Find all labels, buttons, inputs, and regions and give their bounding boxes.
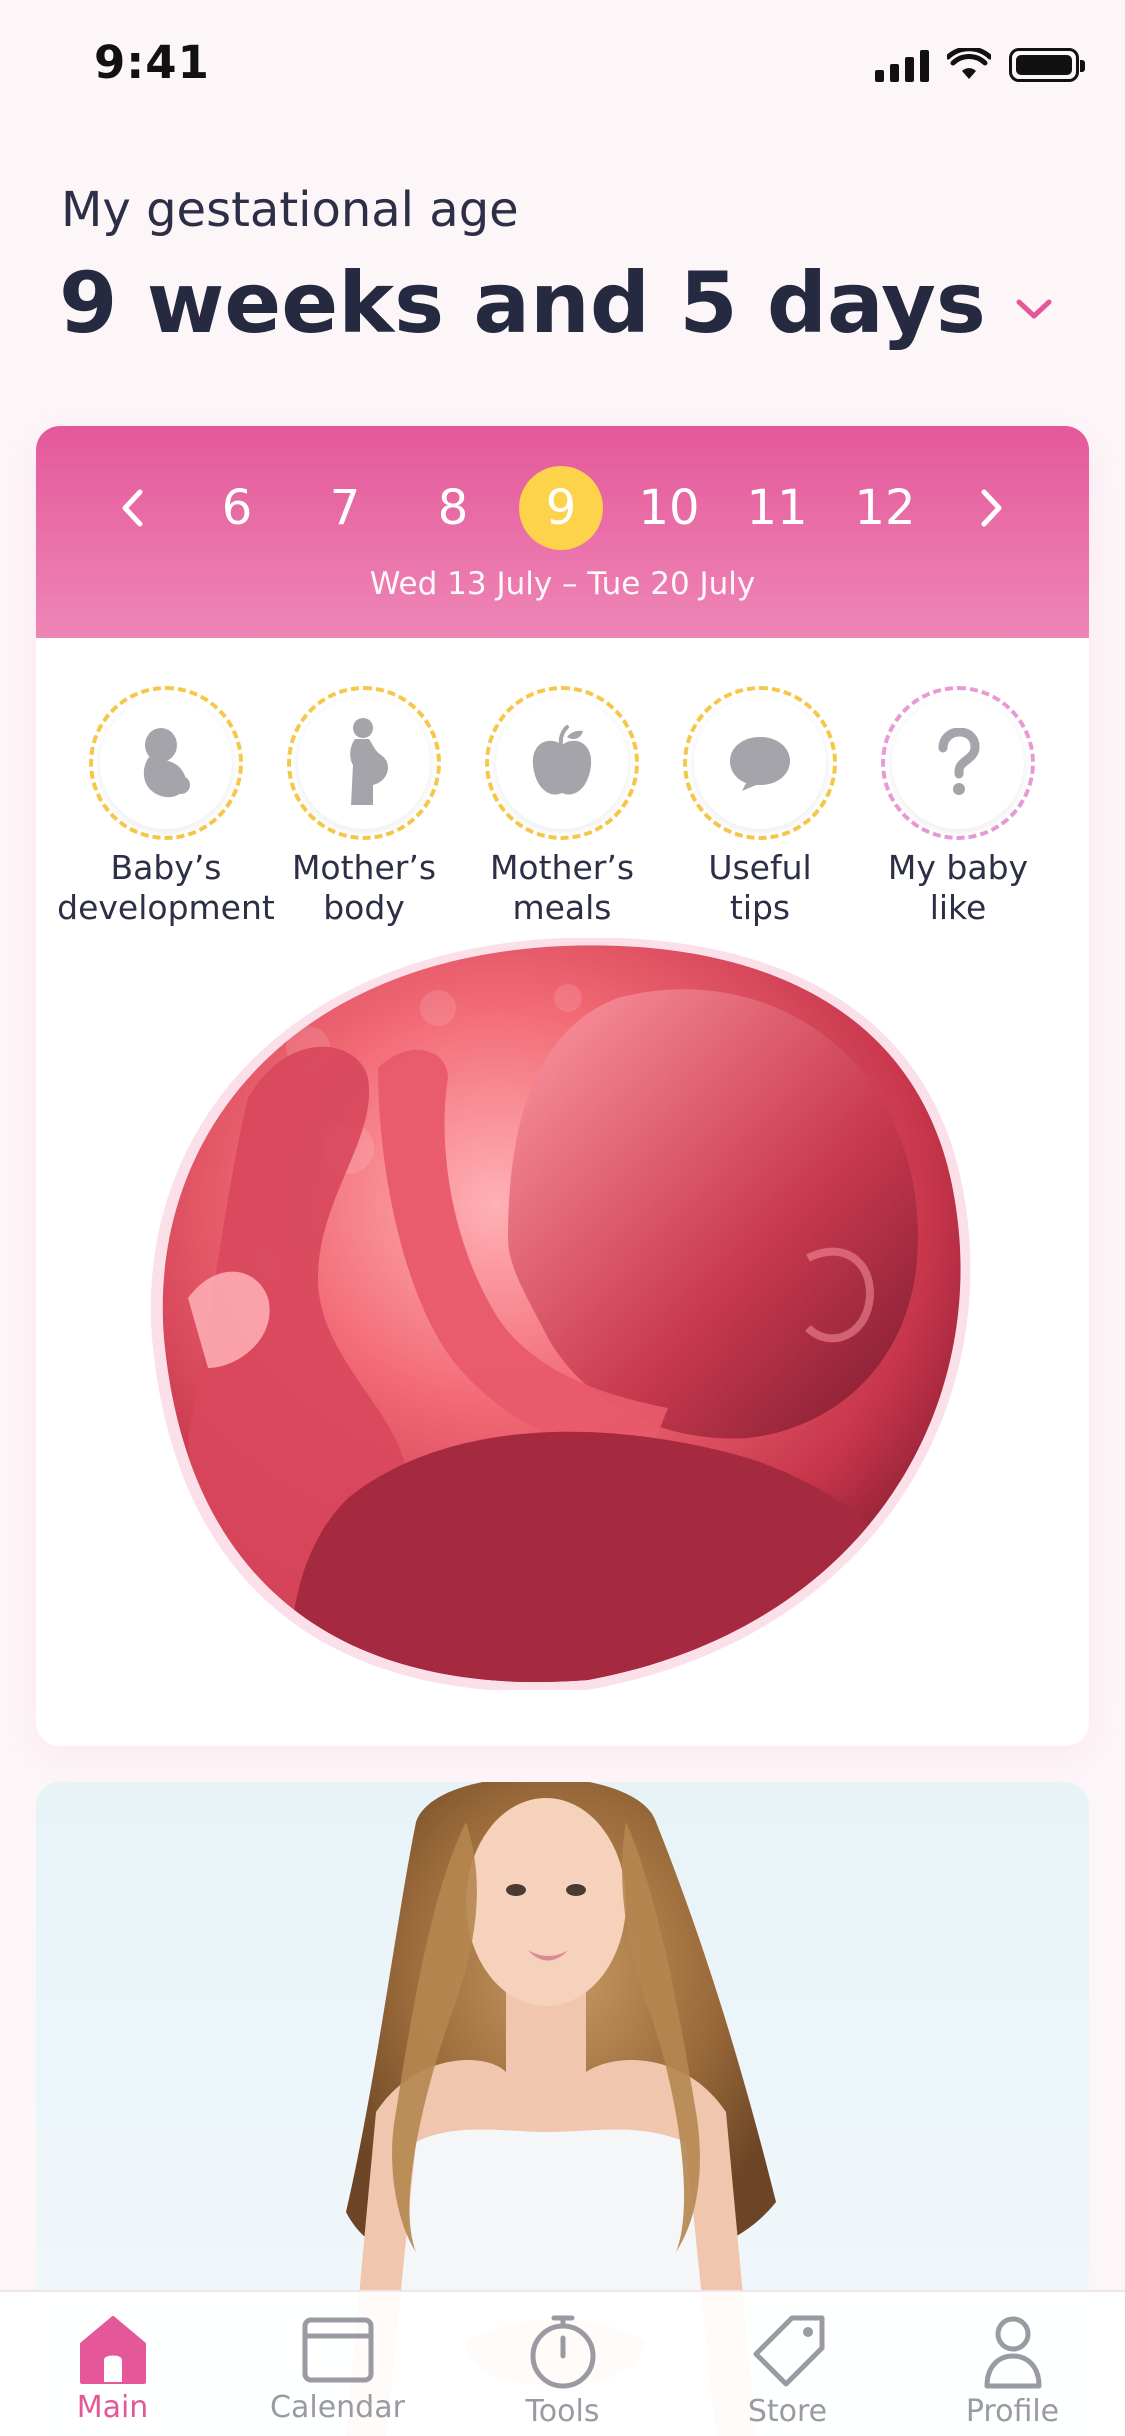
week-11[interactable]: 11 (732, 466, 822, 550)
pregnant-woman-icon (350, 718, 388, 805)
cellular-signal-icon (875, 48, 929, 82)
status-time: 9:41 (94, 36, 210, 89)
tab-profile[interactable]: Profile (900, 2292, 1125, 2436)
tab-tools[interactable]: Tools (450, 2292, 675, 2436)
home-icon (79, 2316, 146, 2384)
week-selector: 6 7 8 9 10 11 12 Wed 13 July – Tue 20 Ju… (36, 426, 1089, 638)
week-7[interactable]: 7 (300, 466, 390, 550)
chevron-right-icon (981, 489, 1002, 527)
stopwatch-icon (530, 2315, 595, 2389)
week-9-selected[interactable]: 9 (519, 466, 603, 550)
category-label: Mother’s meals (489, 848, 635, 927)
tab-bar: Main Calendar Tools Store Profile (0, 2290, 1125, 2436)
tab-label: Calendar (270, 2390, 405, 2425)
status-bar: 9:41 (0, 0, 1125, 140)
category-ring (683, 686, 837, 840)
category-icon-circle (496, 697, 628, 829)
calendar-icon (302, 2317, 373, 2383)
speech-bubble-icon (730, 737, 790, 791)
week-6[interactable]: 6 (192, 466, 282, 550)
apple-icon (532, 725, 592, 795)
tab-label: Tools (525, 2394, 600, 2429)
category-label: Mother’s body (291, 848, 437, 927)
category-ring (881, 686, 1035, 840)
battery-icon (1009, 48, 1085, 82)
previous-week-button[interactable] (92, 468, 172, 548)
category-icon-circle (694, 697, 826, 829)
category-list: Baby’s development Mother’s body Mother’… (36, 686, 1089, 928)
baby-development-image (148, 937, 978, 1694)
tab-store[interactable]: Store (675, 2292, 900, 2436)
fetus-icon (143, 728, 190, 798)
week-date-range: Wed 13 July – Tue 20 July (369, 566, 756, 602)
gestational-age-label: My gestational age (61, 182, 519, 238)
category-ring (89, 686, 243, 840)
chevron-left-icon (122, 489, 143, 527)
category-icon-circle (298, 697, 430, 829)
category-mothers-meals[interactable]: Mother’s meals (452, 686, 672, 928)
main-screen: 9:41 My gestational age 9 weeks and 5 da… (0, 0, 1125, 2436)
week-nav: 6 7 8 9 10 11 12 (36, 462, 1089, 552)
category-label: Useful tips (708, 848, 812, 927)
wifi-icon (947, 48, 991, 79)
category-mothers-body[interactable]: Mother’s body (254, 686, 474, 928)
category-babys-development[interactable]: Baby’s development (56, 686, 276, 928)
week-8[interactable]: 8 (408, 466, 498, 550)
week-10[interactable]: 10 (624, 466, 714, 550)
chevron-down-icon[interactable] (1014, 297, 1054, 323)
tag-icon (753, 2315, 824, 2387)
category-label: Baby’s development (57, 848, 275, 927)
next-week-button[interactable] (952, 468, 1032, 548)
category-icon-circle (100, 697, 232, 829)
tab-calendar[interactable]: Calendar (225, 2292, 450, 2436)
gestational-age-selector[interactable]: 9 weeks and 5 days (59, 254, 1054, 352)
status-icons (875, 48, 1085, 82)
category-useful-tips[interactable]: Useful tips (650, 686, 870, 928)
category-label: My baby like (887, 848, 1029, 927)
tab-label: Profile (965, 2394, 1060, 2429)
tab-label: Store (747, 2394, 828, 2429)
gestational-age-value[interactable]: 9 weeks and 5 days (59, 254, 986, 352)
category-my-baby-like[interactable]: My baby like (848, 686, 1068, 928)
question-mark-icon (938, 728, 980, 795)
tab-label: Main (76, 2390, 149, 2425)
week-card: 6 7 8 9 10 11 12 Wed 13 July – Tue 20 Ju… (36, 426, 1089, 1746)
category-icon-circle (892, 697, 1024, 829)
category-ring (287, 686, 441, 840)
person-icon (984, 2316, 1041, 2389)
category-ring (485, 686, 639, 840)
tab-main[interactable]: Main (0, 2292, 225, 2436)
week-12[interactable]: 12 (840, 466, 930, 550)
